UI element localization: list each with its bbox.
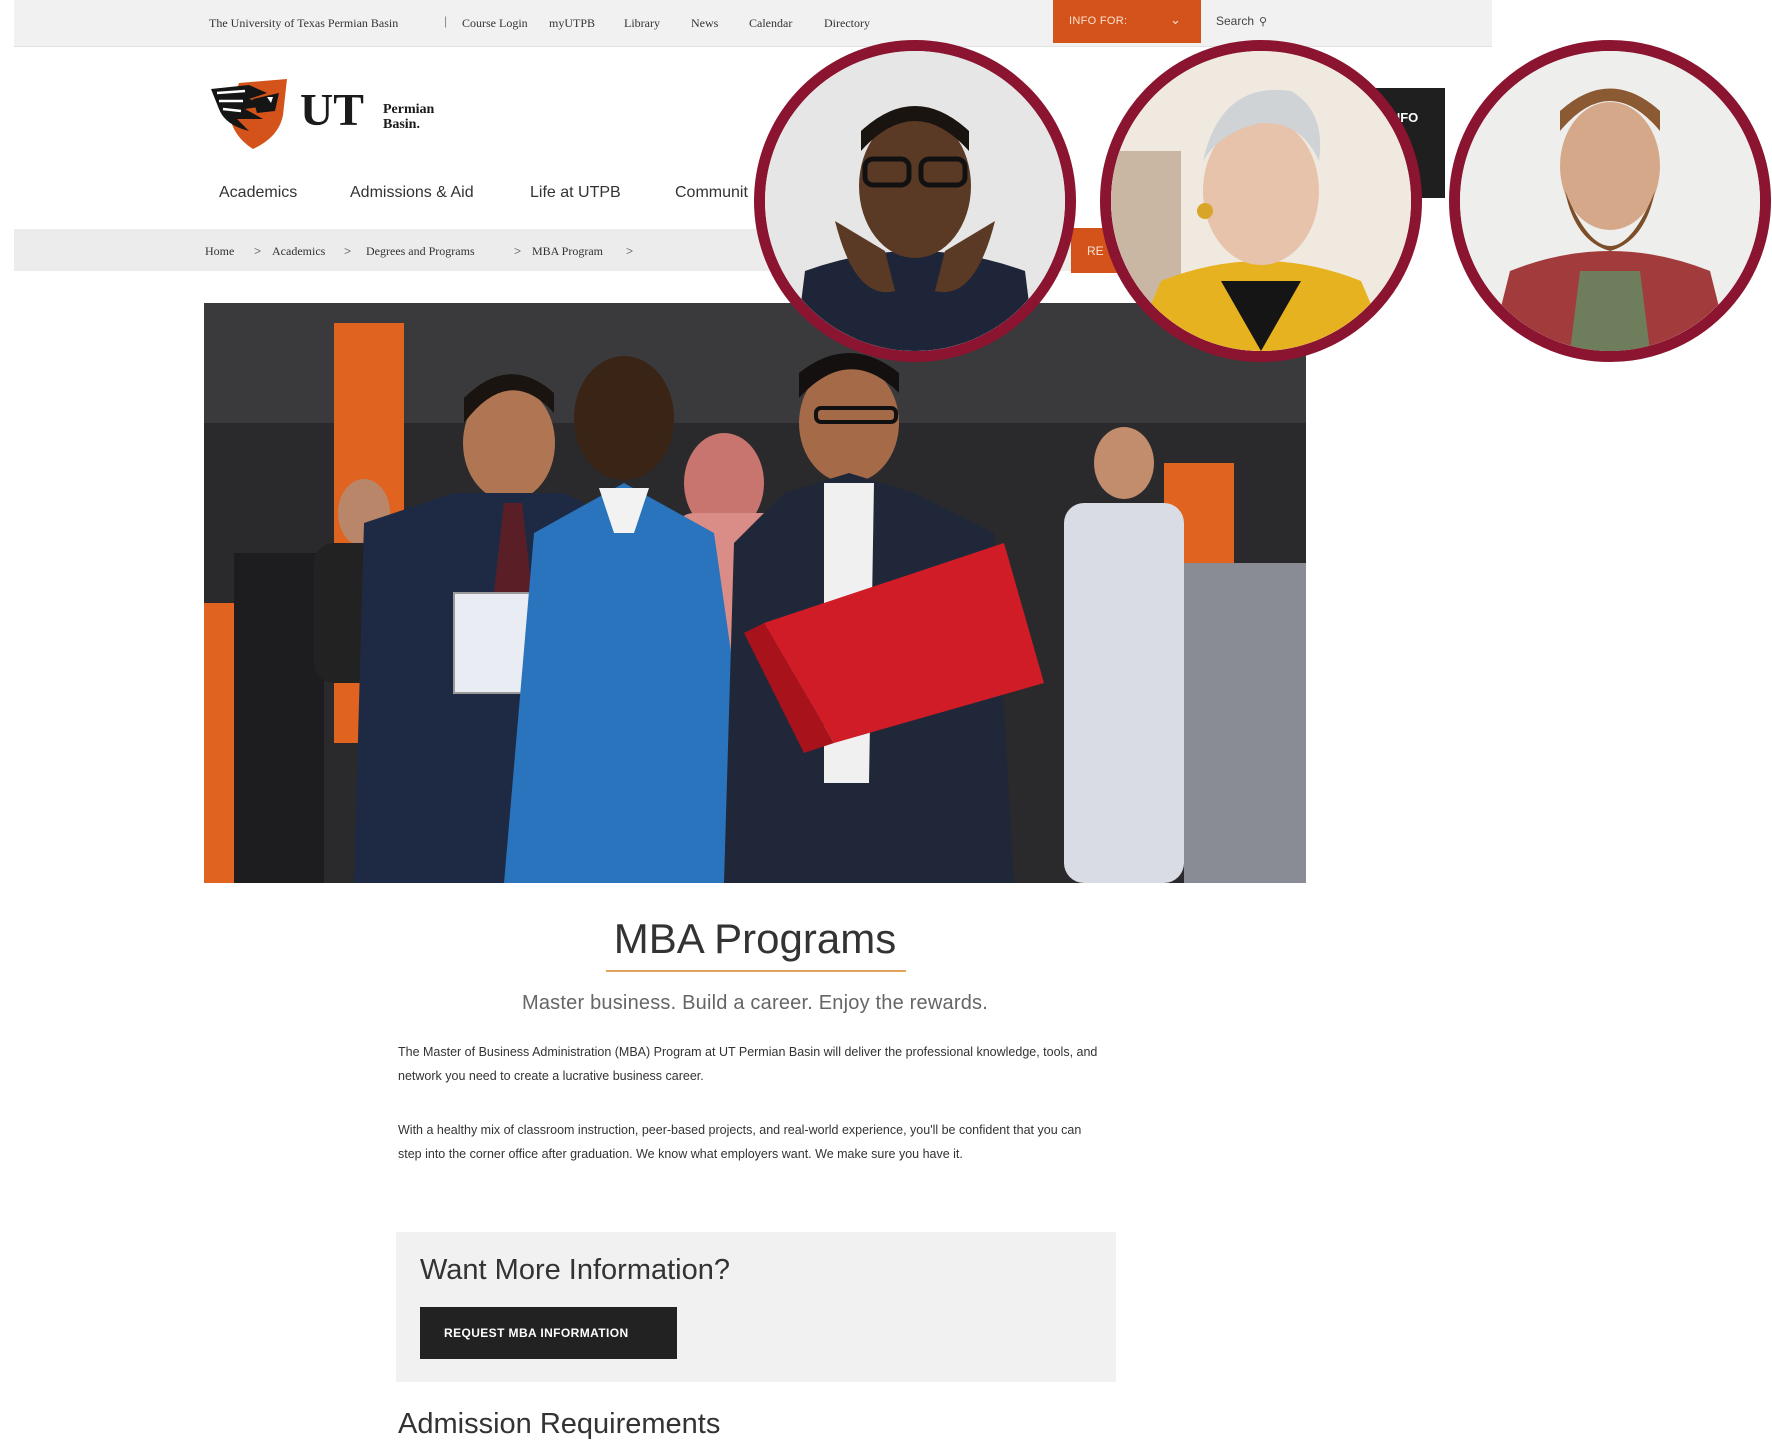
nav-admissions-aid[interactable]: Admissions & Aid <box>350 184 474 202</box>
util-link-course-login[interactable]: Course Login <box>462 16 528 31</box>
intro-paragraph: The Master of Business Administration (M… <box>398 1045 1098 1083</box>
util-link-calendar[interactable]: Calendar <box>749 16 792 31</box>
admission-requirements-heading: Admission Requirements <box>398 1408 721 1440</box>
logo-basin-text: Basin. <box>383 117 420 132</box>
util-link-news[interactable]: News <box>691 16 718 31</box>
util-separator: | <box>444 14 448 28</box>
request-mba-information-label: REQUEST MBA INFORMATION <box>444 1326 629 1340</box>
avatar <box>754 40 1076 362</box>
search-input[interactable]: Search ⚲ <box>1216 14 1267 28</box>
hawk-shield-icon <box>211 79 287 149</box>
logo-ut-text: UT <box>300 84 364 135</box>
breadcrumb-mba-program[interactable]: MBA Program <box>532 244 603 259</box>
nav-academics[interactable]: Academics <box>219 184 297 202</box>
title-underline <box>606 970 906 972</box>
logo-permian-text: Permian <box>383 102 435 117</box>
util-link-myutpb[interactable]: myUTPB <box>549 16 595 31</box>
nav-community[interactable]: Communit <box>675 184 748 202</box>
page-subtitle: Master business. Build a career. Enjoy t… <box>522 992 988 1014</box>
breadcrumb-separator: > <box>254 244 262 258</box>
info-heading: Want More Information? <box>420 1254 730 1286</box>
request-mba-information-button[interactable]: REQUEST MBA INFORMATION <box>420 1307 677 1359</box>
nav-life-at-utpb[interactable]: Life at UTPB <box>530 184 621 202</box>
utpb-logo[interactable]: UT Permian Basin. <box>209 75 469 153</box>
details-paragraph: With a healthy mix of classroom instruct… <box>398 1123 1082 1161</box>
util-link-library[interactable]: Library <box>624 16 660 31</box>
page-title: MBA Programs <box>613 915 897 962</box>
hero-image <box>204 303 1306 883</box>
breadcrumb-separator: > <box>344 244 352 258</box>
util-link-directory[interactable]: Directory <box>824 16 870 31</box>
info-for-label: INFO FOR: <box>1069 15 1128 27</box>
orange-action-label: RE <box>1087 244 1104 258</box>
util-link-utpb[interactable]: The University of Texas Permian Basin <box>209 16 398 31</box>
info-callout-box: Want More Information? REQUEST MBA INFOR… <box>396 1232 1116 1382</box>
avatar <box>1449 40 1771 362</box>
avatar <box>1100 40 1422 362</box>
search-icon: ⚲ <box>1259 16 1268 28</box>
chevron-down-icon: ⌄ <box>1170 12 1182 27</box>
breadcrumb-home[interactable]: Home <box>205 244 234 259</box>
breadcrumb-separator: > <box>514 244 522 258</box>
breadcrumb-separator: > <box>626 244 634 258</box>
breadcrumb-degrees[interactable]: Degrees and Programs <box>366 244 475 259</box>
breadcrumb-academics[interactable]: Academics <box>272 244 325 259</box>
search-label: Search <box>1216 14 1255 28</box>
info-for-dropdown[interactable]: INFO FOR: ⌄ <box>1053 0 1201 43</box>
